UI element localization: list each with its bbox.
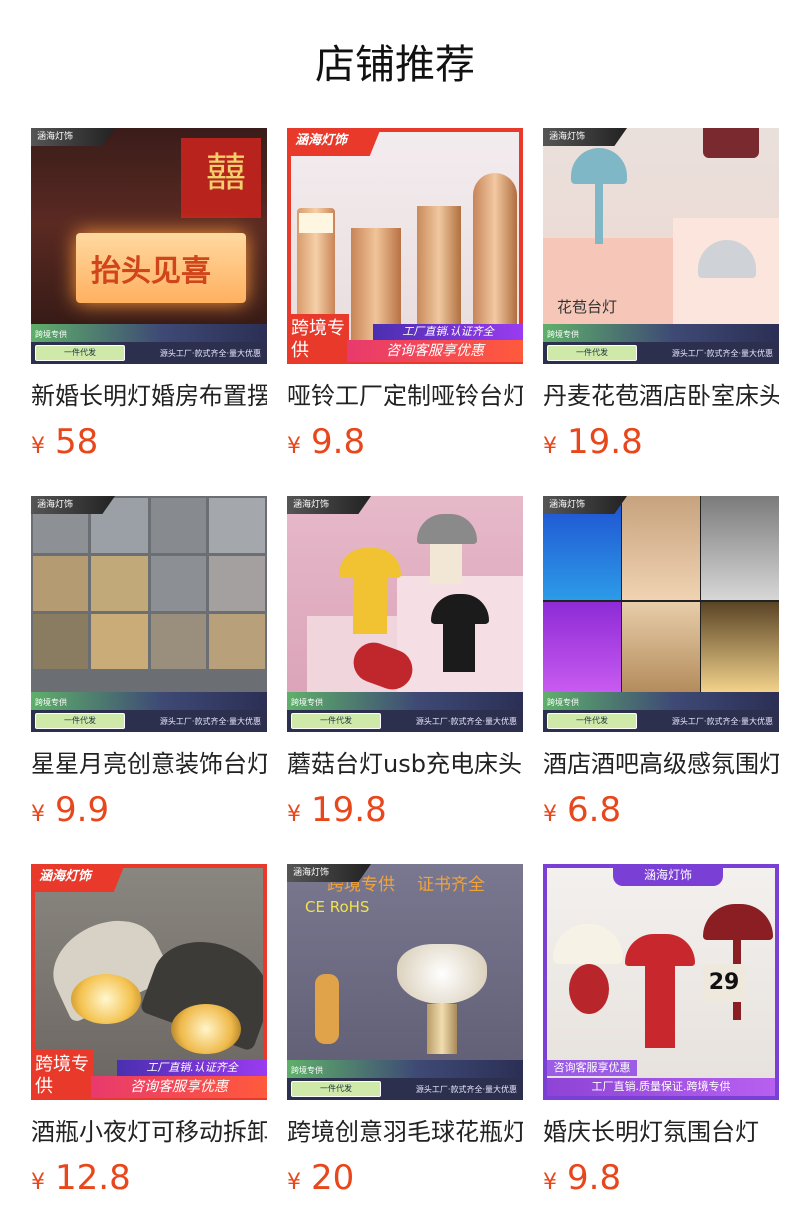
promo-banner: 工厂直销.认证齐全 咨询客服享优惠 [347, 324, 523, 362]
product-card[interactable]: 花苞台灯 涵海灯饰 跨境专供 一件代发 源头工厂·款式齐全·量大优惠 丹麦花苞酒… [543, 128, 779, 471]
promo-banner: 跨境专供 一件代发 源头工厂·款式齐全·量大优惠 [287, 1060, 523, 1100]
product-name[interactable]: 酒瓶小夜灯可移动拆卸 [31, 1112, 267, 1152]
product-card[interactable]: 囍 抬头见喜 涵海灯饰 跨境专供 一件代发 源头工厂·款式齐全·量大优惠 新婚长… [31, 128, 267, 471]
shop-tag: 涵海灯饰 [613, 864, 723, 886]
overlay-text: 花苞台灯 [557, 298, 618, 316]
product-name[interactable]: 星星月亮创意装饰台灯 [31, 744, 267, 784]
clock-display: 29 [703, 964, 745, 1002]
shop-tag: 涵海灯饰 [287, 864, 371, 882]
shop-tag: 涵海灯饰 [287, 128, 381, 156]
product-price: ¥58 [31, 422, 99, 462]
promo-banner: 跨境专供 一件代发 源头工厂·款式齐全·量大优惠 [31, 692, 267, 732]
shop-tag: 涵海灯饰 [31, 496, 115, 514]
product-name[interactable]: 跨境创意羽毛球花瓶灯 [287, 1112, 523, 1152]
product-image[interactable]: 涵海灯饰 跨境专供 一件代发 源头工厂·款式齐全·量大优惠 [31, 496, 267, 732]
product-card[interactable]: 涵海灯饰 29 咨询客服享优惠 工厂直销.质量保证.跨境专供 婚庆长明灯氛围台灯… [543, 864, 779, 1207]
product-price: ¥9.8 [543, 1158, 622, 1198]
product-image[interactable]: 囍 抬头见喜 涵海灯饰 跨境专供 一件代发 源头工厂·款式齐全·量大优惠 [31, 128, 267, 364]
product-card[interactable]: 涵海灯饰 跨境专供 工厂直销.认证齐全 咨询客服享优惠 酒瓶小夜灯可移动拆卸 ¥… [31, 864, 267, 1207]
shop-tag: 涵海灯饰 [543, 496, 627, 514]
promo-banner: 跨境专供 一件代发 源头工厂·款式齐全·量大优惠 [287, 692, 523, 732]
product-image[interactable]: 涵海灯饰 跨境专供 一件代发 源头工厂·款式齐全·量大优惠 [543, 496, 779, 732]
cross-border-label: 跨境专供 [287, 314, 349, 364]
page-title: 店铺推荐 [315, 42, 475, 88]
overlay-label: 证书齐全 [417, 875, 485, 895]
product-price: ¥9.9 [31, 790, 110, 830]
cert-label: CE RoHS [305, 898, 370, 916]
product-price: ¥6.8 [543, 790, 622, 830]
promo-banner: 跨境专供 一件代发 源头工厂·款式齐全·量大优惠 [543, 324, 779, 364]
product-image[interactable]: 涵海灯饰 29 咨询客服享优惠 工厂直销.质量保证.跨境专供 [543, 864, 779, 1100]
product-card[interactable]: 涵海灯饰 跨境专供 一件代发 源头工厂·款式齐全·量大优惠 蘑菇台灯usb充电床… [287, 496, 523, 839]
product-price: ¥19.8 [543, 422, 643, 462]
product-name[interactable]: 婚庆长明灯氛围台灯 [543, 1112, 779, 1152]
product-image[interactable]: 涵海灯饰 跨境专供 工厂直销.认证齐全 咨询客服享优惠 [287, 128, 523, 364]
product-card[interactable]: 跨境专供 证书齐全 CE RoHS 涵海灯饰 跨境专供 一件代发 源头工厂·款式… [287, 864, 523, 1207]
shop-tag: 涵海灯饰 [543, 128, 627, 146]
promo-banner: 工厂直销.认证齐全 咨询客服享优惠 [91, 1060, 267, 1098]
promo-banner: 跨境专供 一件代发 源头工厂·款式齐全·量大优惠 [543, 692, 779, 732]
product-price: ¥9.8 [287, 422, 366, 462]
cross-border-label: 跨境专供 [31, 1050, 93, 1100]
product-card[interactable]: 涵海灯饰 跨境专供 工厂直销.认证齐全 咨询客服享优惠 哑铃工厂定制哑铃台灯 ¥… [287, 128, 523, 471]
product-name[interactable]: 丹麦花苞酒店卧室床头灯 [543, 376, 779, 416]
product-image[interactable]: 涵海灯饰 跨境专供 一件代发 源头工厂·款式齐全·量大优惠 [287, 496, 523, 732]
promo-banner: 工厂直销.质量保证.跨境专供 [547, 1078, 775, 1096]
shop-tag: 涵海灯饰 [287, 496, 371, 514]
product-card[interactable]: 涵海灯饰 跨境专供 一件代发 源头工厂·款式齐全·量大优惠 星星月亮创意装饰台灯… [31, 496, 267, 839]
product-price: ¥20 [287, 1158, 355, 1198]
shop-tag: 涵海灯饰 [31, 128, 115, 146]
product-name[interactable]: 哑铃工厂定制哑铃台灯 [287, 376, 523, 416]
product-image[interactable]: 涵海灯饰 跨境专供 工厂直销.认证齐全 咨询客服享优惠 [31, 864, 267, 1100]
product-price: ¥12.8 [31, 1158, 131, 1198]
promo-text: 咨询客服享优惠 [547, 1060, 637, 1076]
product-image[interactable]: 花苞台灯 涵海灯饰 跨境专供 一件代发 源头工厂·款式齐全·量大优惠 [543, 128, 779, 364]
product-name[interactable]: 蘑菇台灯usb充电床头灯 [287, 744, 523, 784]
shop-tag: 涵海灯饰 [31, 864, 125, 892]
promo-banner: 跨境专供 一件代发 源头工厂·款式齐全·量大优惠 [31, 324, 267, 364]
product-card[interactable]: 涵海灯饰 跨境专供 一件代发 源头工厂·款式齐全·量大优惠 酒店酒吧高级感氛围灯… [543, 496, 779, 839]
product-name[interactable]: 新婚长明灯婚房布置摆件 [31, 376, 267, 416]
product-price: ¥19.8 [287, 790, 387, 830]
product-image[interactable]: 跨境专供 证书齐全 CE RoHS 涵海灯饰 跨境专供 一件代发 源头工厂·款式… [287, 864, 523, 1100]
product-name[interactable]: 酒店酒吧高级感氛围灯 [543, 744, 779, 784]
